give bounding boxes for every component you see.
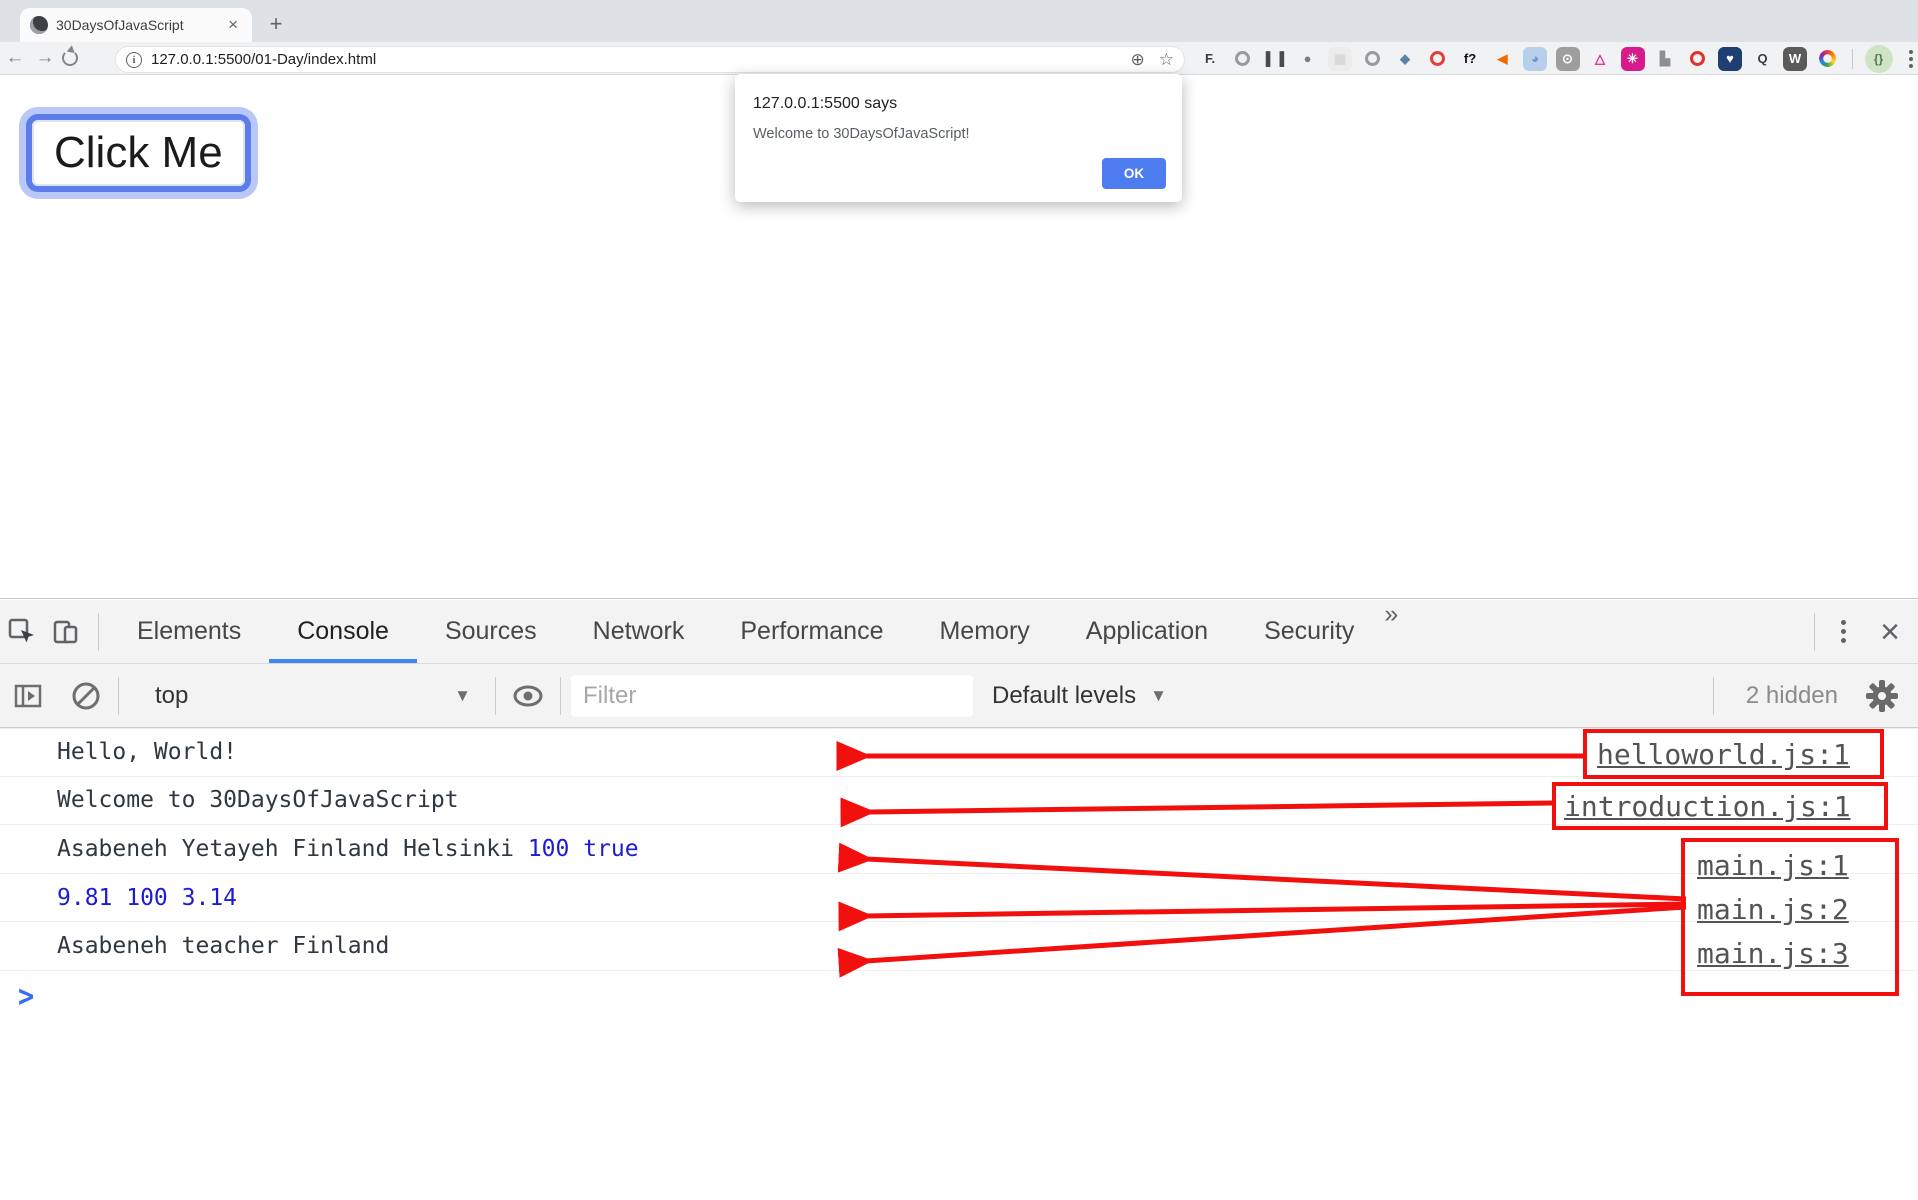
extension-icon[interactable]: ●	[1296, 47, 1320, 71]
extensions-bar: F. ▌▐ ● ▦ ◆ f? ◀ ◕ ⊙ △ ✳ ▙ ♥ Q W {}	[1198, 42, 1918, 75]
extension-icon[interactable]: W	[1783, 46, 1807, 71]
log-number: 9.81 100 3.14	[57, 884, 238, 911]
toolbar-divider	[118, 676, 119, 715]
tab-security[interactable]: Security	[1236, 600, 1382, 663]
log-levels-selector[interactable]: Default levels ▼	[992, 682, 1167, 710]
log-boolean: true	[583, 835, 639, 862]
context-label: top	[155, 681, 189, 709]
log-levels-label: Default levels	[992, 681, 1137, 709]
console-message: 9.81 100 3.14	[0, 874, 1918, 923]
extension-icon[interactable]: △	[1588, 47, 1612, 71]
page-info-icon[interactable]: i	[126, 51, 142, 68]
tab-application[interactable]: Application	[1058, 600, 1236, 663]
screen: 30DaysOfJavaScript × + ← → i 127.0.0.1:5…	[0, 0, 1918, 1200]
toolbar-divider	[1851, 48, 1853, 69]
log-number: 100	[527, 835, 570, 862]
inspect-element-icon[interactable]	[0, 600, 44, 663]
address-bar[interactable]: i 127.0.0.1:5500/01-Day/index.html ⊕ ☆	[115, 46, 1185, 73]
console-sidebar-icon[interactable]	[6, 680, 50, 712]
tab-sources[interactable]: Sources	[417, 600, 565, 663]
alert-message: Welcome to 30DaysOfJavaScript!	[753, 126, 970, 142]
toolbar-divider	[1712, 676, 1714, 715]
console-input-row[interactable]: >	[0, 971, 1918, 1023]
clear-console-icon[interactable]	[64, 679, 108, 713]
toolbar-divider	[560, 676, 561, 715]
devtools-panel: Elements Console Sources Network Perform…	[0, 598, 1918, 1200]
log-text: Asabeneh Yetayeh Finland Helsinki	[57, 835, 528, 862]
source-link-introduction[interactable]: introduction.js:1	[1564, 790, 1851, 823]
extension-icon[interactable]: ◕	[1523, 46, 1547, 71]
browser-menu-icon[interactable]	[1901, 49, 1918, 68]
log-text: Asabeneh teacher Finland	[57, 933, 390, 960]
extension-icon[interactable]: ▌▐	[1263, 47, 1287, 71]
extension-icon[interactable]: f?	[1458, 47, 1482, 71]
url-text: 127.0.0.1:5500/01-Day/index.html	[151, 51, 377, 68]
source-link-main-2[interactable]: main.js:2	[1697, 888, 1895, 932]
source-link-helloworld[interactable]: helloworld.js:1	[1597, 738, 1850, 771]
console-prompt-icon: >	[18, 979, 35, 1015]
chevron-down-icon: ▼	[454, 685, 471, 705]
tab-network[interactable]: Network	[565, 600, 713, 663]
extension-icon[interactable]	[1231, 47, 1255, 71]
extension-icon[interactable]: ♥	[1718, 46, 1742, 71]
reload-icon[interactable]	[62, 45, 81, 66]
annotation-box-helloworld: helloworld.js:1	[1583, 729, 1884, 779]
tab-title: 30DaysOfJavaScript	[56, 17, 184, 33]
console-message: Asabeneh teacher Finland	[0, 922, 1918, 971]
tab-memory[interactable]: Memory	[911, 600, 1057, 663]
settings-gear-icon[interactable]	[1860, 677, 1904, 715]
zoom-icon[interactable]: ⊕	[1131, 50, 1145, 70]
more-tabs-icon[interactable]: »	[1382, 600, 1408, 663]
back-icon[interactable]: ←	[0, 47, 30, 69]
annotation-box-main: main.js:1 main.js:2 main.js:3	[1681, 838, 1899, 996]
log-text: Welcome to 30DaysOfJavaScript	[57, 787, 459, 814]
profile-avatar[interactable]: {}	[1864, 44, 1893, 73]
tab-elements[interactable]: Elements	[109, 600, 269, 663]
devtools-tab-bar: Elements Console Sources Network Perform…	[0, 600, 1918, 664]
bookmark-star-icon[interactable]: ☆	[1159, 50, 1174, 70]
toolbar-divider	[495, 676, 496, 715]
extension-icon[interactable]	[1361, 47, 1385, 71]
tabbar-divider	[1814, 612, 1816, 651]
console-message: Asabeneh Yetayeh Finland Helsinki 100 tr…	[0, 825, 1918, 874]
filter-input[interactable]	[571, 674, 973, 717]
click-me-button[interactable]: Click Me	[26, 114, 251, 192]
tabbar-divider	[98, 612, 99, 651]
chevron-down-icon: ▼	[1150, 685, 1167, 705]
annotation-box-introduction: introduction.js:1	[1552, 782, 1888, 830]
extension-icon[interactable]: ▦	[1328, 46, 1352, 71]
live-expression-eye-icon[interactable]	[506, 682, 550, 710]
tab-performance[interactable]: Performance	[712, 600, 911, 663]
log-text: Hello, World!	[57, 739, 238, 766]
alert-title: 127.0.0.1:5500 says	[753, 95, 898, 112]
console-toolbar: top ▼ Default levels ▼ 2 hidden	[0, 664, 1918, 728]
devtools-close-icon[interactable]: ×	[1862, 615, 1918, 649]
extension-icon[interactable]: ▙	[1653, 47, 1677, 71]
tab-console[interactable]: Console	[269, 600, 417, 663]
new-tab-button[interactable]: +	[262, 10, 290, 38]
extension-icon[interactable]: ✳	[1620, 46, 1645, 71]
extension-icon[interactable]	[1816, 47, 1840, 71]
context-selector[interactable]: top ▼	[141, 673, 485, 719]
devtools-menu-icon[interactable]	[1825, 620, 1862, 643]
hidden-messages-badge: 2 hidden	[1745, 681, 1838, 709]
extension-icon[interactable]: ◀	[1491, 47, 1515, 71]
device-toolbar-icon[interactable]	[44, 600, 88, 663]
source-link-main-1[interactable]: main.js:1	[1697, 844, 1895, 888]
extension-icon[interactable]	[1426, 47, 1450, 71]
extension-icon[interactable]: Q	[1751, 47, 1775, 71]
alert-ok-button[interactable]: OK	[1102, 158, 1166, 189]
forward-icon[interactable]: →	[30, 47, 60, 69]
extension-icon[interactable]: ◆	[1393, 47, 1417, 71]
source-link-main-3[interactable]: main.js:3	[1697, 932, 1895, 976]
alert-dialog: 127.0.0.1:5500 says Welcome to 30DaysOfJ…	[735, 74, 1182, 202]
extension-icon[interactable]: ⊙	[1555, 46, 1580, 71]
extension-icon[interactable]: F.	[1198, 47, 1222, 71]
site-favicon	[30, 16, 48, 34]
browser-tab-strip: 30DaysOfJavaScript × +	[0, 0, 1918, 42]
tab-close-icon[interactable]: ×	[224, 15, 242, 35]
browser-tab[interactable]: 30DaysOfJavaScript ×	[20, 8, 252, 42]
extension-icon[interactable]	[1686, 47, 1710, 71]
